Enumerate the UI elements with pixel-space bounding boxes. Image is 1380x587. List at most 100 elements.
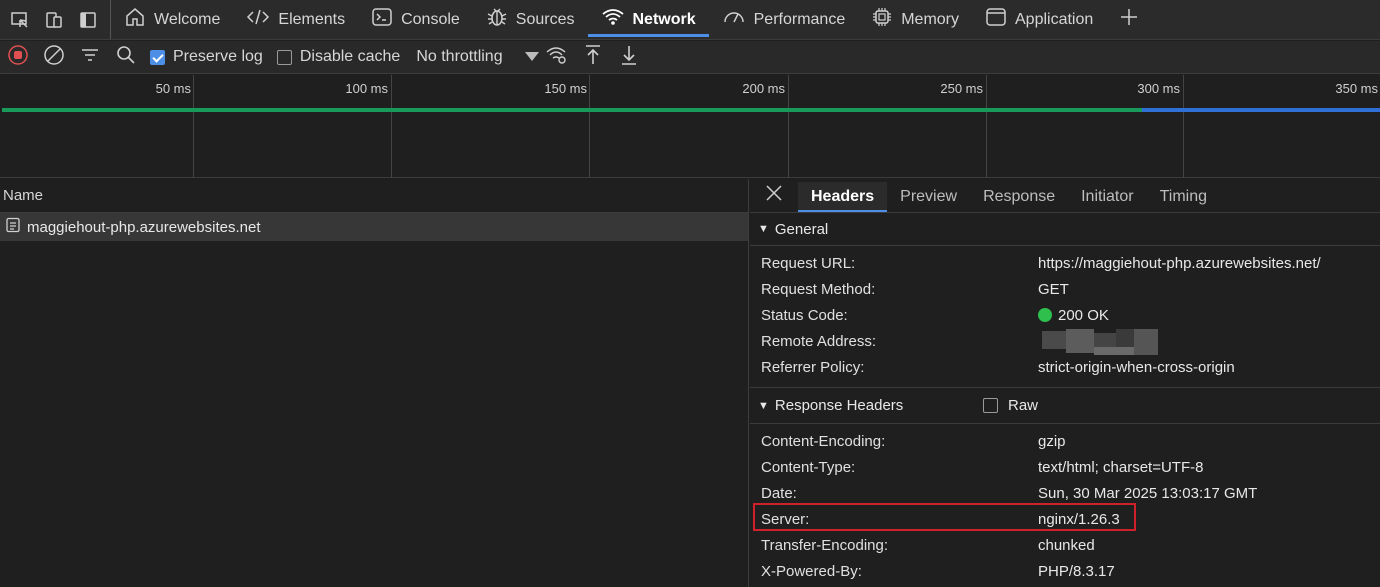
window-icon — [985, 6, 1007, 33]
filter-icon — [80, 45, 100, 69]
tab-timing[interactable]: Timing — [1147, 188, 1220, 212]
document-icon — [5, 217, 21, 237]
tab-initiator[interactable]: Initiator — [1068, 188, 1146, 212]
raw-checkbox[interactable] — [983, 398, 998, 413]
bug-icon — [486, 6, 508, 33]
waiting-bar — [2, 108, 1142, 112]
timeline-tick-label: 350 ms — [1335, 81, 1378, 96]
request-name: maggiehout-php.azurewebsites.net — [27, 218, 261, 236]
redacted-remote-address — [1042, 329, 1158, 355]
timeline-gridline — [391, 75, 392, 178]
stop-recording-icon — [7, 44, 29, 70]
header-value: PHP/8.3.17 — [1038, 563, 1115, 580]
header-value: nginx/1.26.3 — [1038, 511, 1120, 528]
tab-application[interactable]: Application — [972, 0, 1106, 39]
header-key: Date: — [761, 485, 797, 502]
timeline-tick-label: 200 ms — [742, 81, 785, 96]
header-value: strict-origin-when-cross-origin — [1038, 359, 1235, 376]
header-key: Request Method: — [761, 281, 876, 298]
download-bar — [1142, 108, 1380, 112]
close-icon — [765, 184, 783, 206]
tab-elements[interactable]: Elements — [233, 0, 358, 39]
tab-sources[interactable]: Sources — [473, 0, 588, 39]
header-key: X-Powered-By: — [761, 563, 862, 580]
devtools-utility-icons — [0, 0, 111, 39]
request-row[interactable]: maggiehout-php.azurewebsites.net — [0, 213, 748, 241]
filter-button[interactable] — [72, 41, 108, 74]
raw-toggle[interactable]: Raw — [983, 397, 1038, 414]
device-emulation-icon[interactable] — [40, 6, 68, 34]
response-headers-section-header[interactable]: ▼ Response Headers Raw — [750, 388, 1380, 424]
header-value: Sun, 30 Mar 2025 13:03:17 GMT — [1038, 485, 1258, 502]
response-headers-section: Content-Encoding: gzip Content-Type: tex… — [750, 424, 1380, 587]
header-row: X-Powered-By: PHP/8.3.17 — [750, 559, 1380, 585]
section-title: General — [774, 220, 829, 238]
disable-cache-checkbox[interactable] — [276, 49, 292, 65]
download-icon — [619, 44, 639, 70]
status-value-wrap: 200 OK — [1038, 307, 1109, 324]
preserve-log-checkbox[interactable] — [150, 49, 165, 65]
header-row: Status Code: 200 OK — [750, 303, 1380, 329]
clear-button[interactable] — [36, 41, 72, 74]
dock-sidebar-icon[interactable] — [74, 6, 102, 34]
timeline-tick-label: 150 ms — [544, 81, 587, 96]
add-tab-button[interactable] — [1106, 0, 1152, 39]
header-key: Transfer-Encoding: — [761, 537, 889, 554]
header-key: Content-Encoding: — [761, 433, 886, 450]
tab-welcome[interactable]: Welcome — [111, 0, 233, 39]
tab-performance[interactable]: Performance — [709, 0, 859, 39]
tab-response[interactable]: Response — [970, 188, 1068, 212]
tab-network[interactable]: Network — [587, 0, 709, 39]
general-section: Request URL: https://maggiehout-php.azur… — [750, 246, 1380, 388]
name-column-header[interactable]: Name — [0, 179, 748, 213]
export-har-button[interactable] — [611, 41, 647, 74]
tab-label: Welcome — [154, 10, 221, 28]
tab-preview[interactable]: Preview — [887, 188, 970, 212]
import-har-button[interactable] — [575, 41, 611, 74]
header-row-highlighted: Server: nginx/1.26.3 — [750, 503, 1380, 533]
chevron-down-icon[interactable] — [524, 52, 539, 62]
network-timeline-overview[interactable]: 50 ms 100 ms 150 ms 200 ms 250 ms 300 ms… — [0, 75, 1380, 178]
tab-label: Performance — [753, 10, 846, 28]
timeline-gridline — [986, 75, 987, 178]
timeline-gridline — [193, 75, 194, 178]
network-conditions-button[interactable] — [539, 41, 575, 74]
tab-console[interactable]: Console — [358, 0, 473, 39]
search-icon — [116, 45, 136, 69]
expand-triangle-icon: ▼ — [758, 223, 769, 235]
inspect-element-icon[interactable] — [6, 6, 34, 34]
tab-headers[interactable]: Headers — [798, 182, 888, 212]
code-icon — [246, 7, 270, 32]
raw-label: Raw — [1008, 397, 1039, 414]
header-key: Remote Address: — [761, 333, 877, 350]
timeline-tick-label: 100 ms — [345, 81, 388, 96]
tab-label: Memory — [901, 10, 959, 28]
tab-label: Sources — [515, 10, 575, 28]
request-list: Name maggiehout-php.azurewebsites.net — [0, 179, 749, 587]
header-key: Request URL: — [761, 255, 856, 272]
header-row: Remote Address: — [750, 329, 1380, 355]
throttling-select[interactable]: No throttling — [416, 48, 502, 66]
header-value: GET — [1038, 281, 1069, 298]
home-icon — [124, 6, 146, 33]
timeline-tick-label: 250 ms — [940, 81, 983, 96]
timeline-gridline — [1183, 75, 1184, 178]
header-value: https://maggiehout-php.azurewebsites.net… — [1038, 255, 1321, 272]
close-details-button[interactable] — [750, 178, 798, 212]
tab-memory[interactable]: Memory — [858, 0, 972, 39]
general-section-header[interactable]: ▼ General — [750, 213, 1380, 246]
record-button[interactable] — [0, 41, 36, 74]
search-button[interactable] — [108, 41, 144, 74]
preserve-log-label: Preserve log — [173, 48, 263, 65]
tab-label: Application — [1015, 10, 1094, 28]
tab-label: Network — [632, 10, 696, 28]
devtools-tab-bar: Welcome Elements Console Sources Network… — [0, 0, 1380, 40]
disable-cache-label: Disable cache — [299, 48, 401, 65]
upload-icon — [583, 44, 603, 70]
header-row: Referrer Policy: strict-origin-when-cros… — [750, 355, 1380, 381]
header-key: Server: — [761, 511, 810, 528]
expand-triangle-icon: ▼ — [758, 399, 769, 412]
wifi-settings-icon — [545, 44, 569, 70]
timeline-gridline — [589, 75, 590, 178]
tab-label: Elements — [278, 10, 346, 28]
